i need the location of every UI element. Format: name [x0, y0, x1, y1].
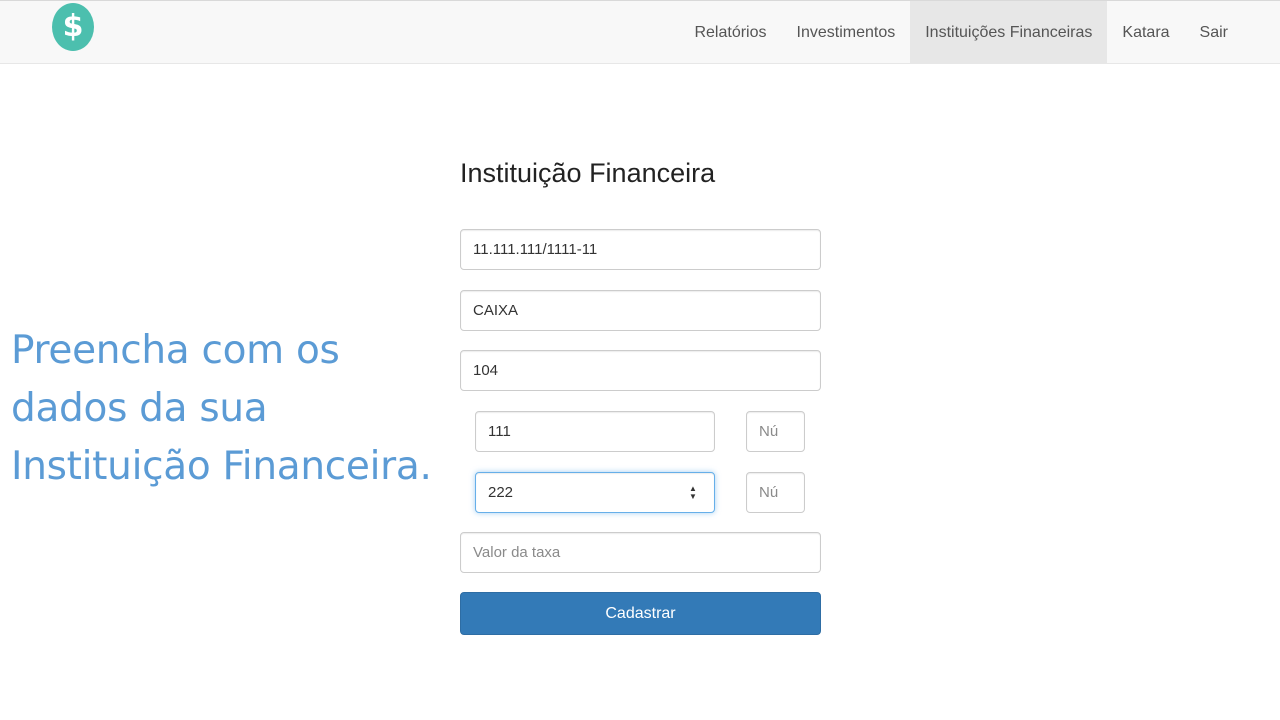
nav-menu: Relatórios Investimentos Instituições Fi… [679, 1, 1243, 64]
conta-field[interactable] [475, 472, 715, 513]
spinner-down-icon[interactable]: ▼ [689, 492, 697, 501]
nav-item-instituicoes-financeiras[interactable]: Instituições Financeiras [910, 1, 1108, 64]
institution-name-field[interactable] [460, 290, 821, 331]
nav-item-investimentos[interactable]: Investimentos [782, 1, 911, 64]
bank-code-field[interactable] [460, 350, 821, 391]
number-spinner[interactable]: ▲ ▼ [686, 483, 700, 502]
conta-digit-field[interactable] [746, 472, 805, 513]
instruction-line-3: Instituição Financeira. [11, 444, 432, 489]
dollar-logo-icon[interactable]: $ [52, 3, 94, 51]
form-title: Instituição Financeira [460, 158, 716, 188]
agencia-digit-field[interactable] [746, 411, 805, 452]
cadastrar-button[interactable]: Cadastrar [460, 592, 821, 635]
agencia-field[interactable] [475, 411, 715, 452]
instruction-line-1: Preencha com os [11, 328, 340, 373]
instruction-overlay-text: Preencha com os dados da sua Instituição… [11, 322, 451, 496]
nav-item-relatorios[interactable]: Relatórios [679, 1, 781, 64]
taxa-field[interactable] [460, 532, 821, 573]
nav-item-user-katara[interactable]: Katara [1107, 1, 1184, 64]
navbar: $ Relatórios Investimentos Instituições … [0, 0, 1280, 64]
nav-item-sair[interactable]: Sair [1185, 1, 1243, 64]
cnpj-field[interactable] [460, 229, 821, 270]
instruction-line-2: dados da sua [11, 386, 268, 431]
